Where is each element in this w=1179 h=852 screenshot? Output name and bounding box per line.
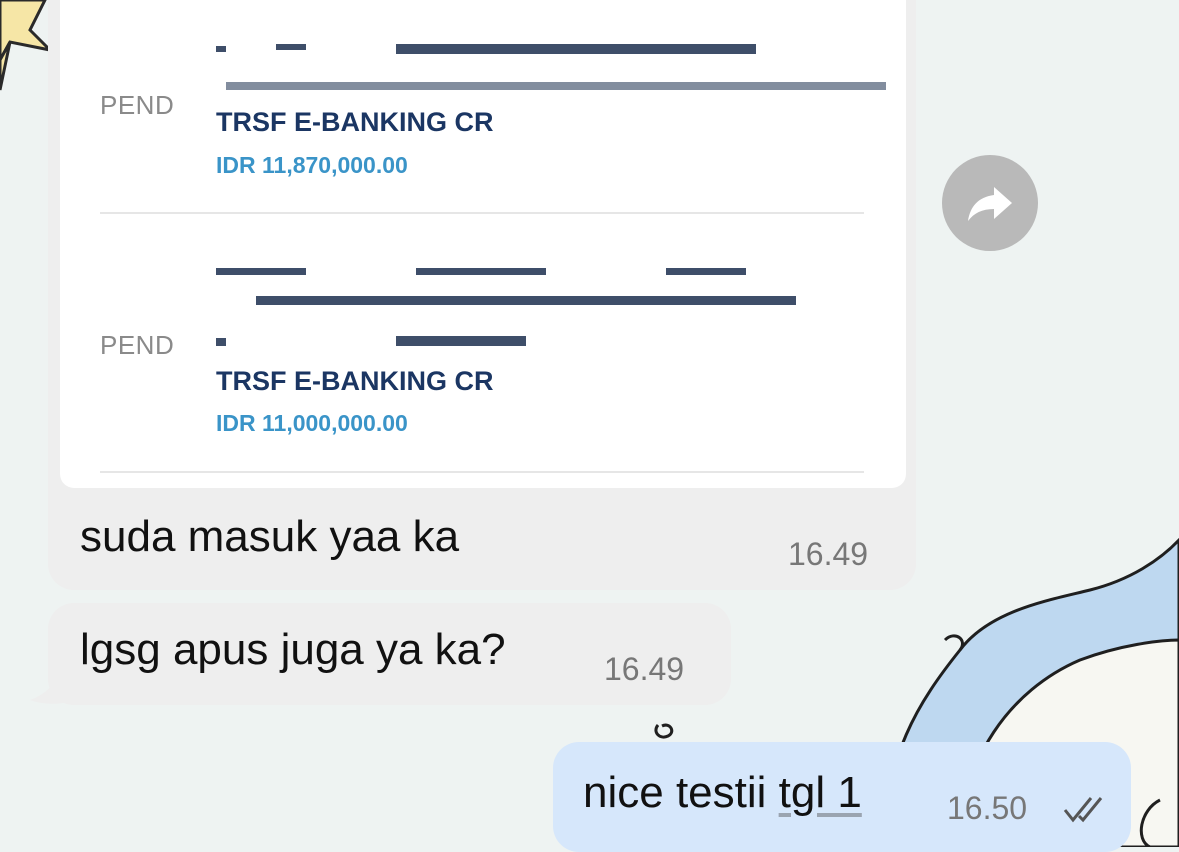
transaction-title: TRSF E-BANKING CR <box>216 107 494 137</box>
message-time: 16.49 <box>788 536 869 572</box>
transaction-amount: IDR 11,000,000.00 <box>216 410 408 436</box>
incoming-message-bubble[interactable]: PEND TRSF E-BANKING CR IDR 11,870,000.00… <box>48 0 916 590</box>
incoming-message-bubble[interactable]: lgsg apus juga ya ka? 16.49 <box>48 603 731 705</box>
transaction-title: TRSF E-BANKING CR <box>216 366 494 396</box>
transaction-amount: IDR 11,870,000.00 <box>216 152 408 178</box>
transaction-status: PEND <box>100 330 175 360</box>
transaction-status: PEND <box>100 90 175 120</box>
message-text: suda masuk yaa ka <box>80 512 460 561</box>
outgoing-message-bubble[interactable]: nice testii tgl 1 16.50 <box>553 742 1131 852</box>
forward-button[interactable] <box>942 155 1038 251</box>
redacted-details <box>216 260 856 360</box>
double-check-icon <box>1063 797 1103 823</box>
message-text: nice testii tgl 1 <box>583 768 862 818</box>
divider <box>100 212 864 214</box>
redacted-details <box>216 38 886 100</box>
date-link[interactable]: tgl 1 <box>779 768 862 817</box>
message-text-main: nice testii <box>583 768 779 817</box>
forward-arrow-icon <box>968 187 1012 221</box>
message-text: lgsg apus juga ya ka? <box>80 625 506 674</box>
message-time: 16.49 <box>604 651 685 687</box>
divider <box>100 471 864 473</box>
message-time: 16.50 <box>947 790 1028 826</box>
forwarded-screenshot-image[interactable]: PEND TRSF E-BANKING CR IDR 11,870,000.00… <box>60 0 906 488</box>
